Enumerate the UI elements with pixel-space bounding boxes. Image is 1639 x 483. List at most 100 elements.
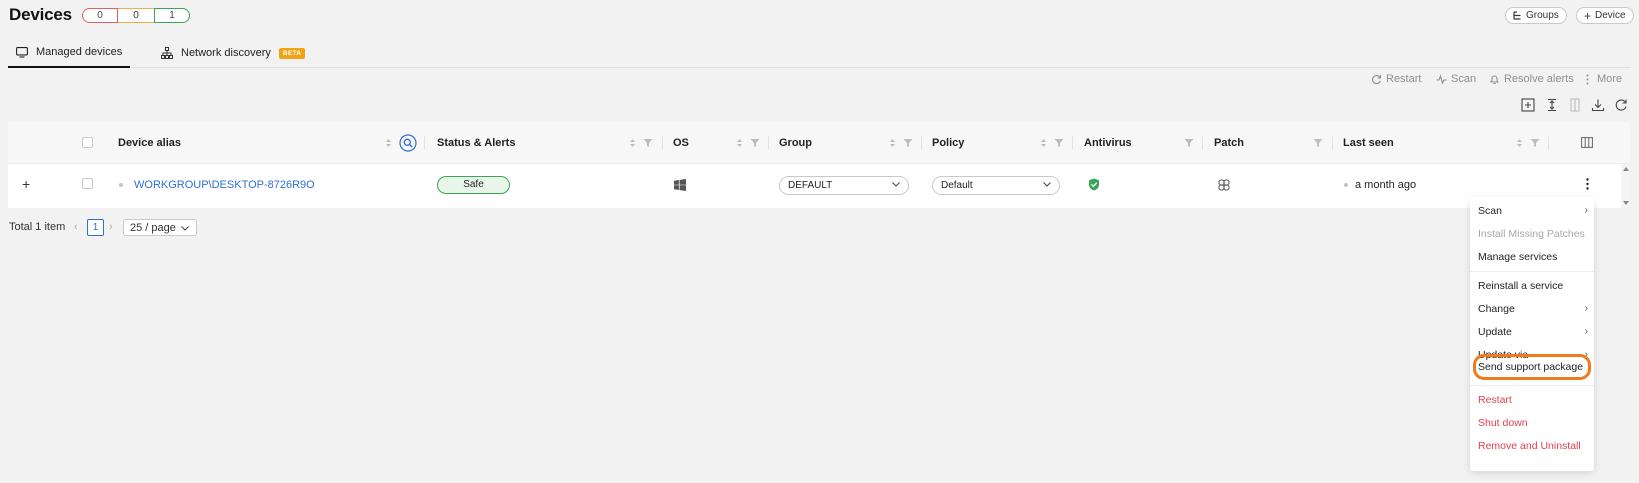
tab-managed-devices-label: Managed devices: [36, 46, 123, 58]
add-device-label: Device: [1595, 10, 1626, 21]
menu-item-restart[interactable]: Restart: [1478, 391, 1588, 409]
policy-select-value: Default: [941, 180, 973, 191]
scroll-down-arrow[interactable]: [1623, 201, 1629, 205]
filter-icon[interactable]: [643, 138, 653, 148]
more-label: More: [1597, 73, 1623, 85]
groups-icon: [1513, 11, 1522, 20]
bell-icon: [1489, 74, 1500, 85]
column-device-alias[interactable]: Device alias: [118, 122, 181, 164]
network-icon: [161, 47, 173, 59]
filter-icon[interactable]: [1184, 138, 1194, 148]
page-size-select[interactable]: 25 / page: [123, 219, 197, 236]
search-icon[interactable]: [399, 134, 417, 152]
menu-item-scan[interactable]: Scan ›: [1478, 202, 1588, 220]
menu-item-scan-label: Scan: [1478, 205, 1502, 217]
scroll-up-arrow[interactable]: [1623, 167, 1629, 171]
chevron-down-icon: [1043, 182, 1051, 187]
tab-bar: Managed devices Network discovery BETA: [8, 38, 1631, 68]
row-checkbox[interactable]: [82, 178, 93, 189]
select-all-checkbox[interactable]: [82, 137, 93, 148]
row-height-icon[interactable]: [1545, 98, 1559, 112]
menu-item-shut-down[interactable]: Shut down: [1478, 414, 1588, 432]
status-badge: Safe: [437, 176, 510, 194]
total-count: Total 1 item: [9, 221, 66, 233]
sort-icon[interactable]: [385, 138, 392, 148]
restart-icon: [1371, 74, 1382, 85]
filter-icon[interactable]: [1054, 138, 1064, 148]
column-last-seen[interactable]: Last seen: [1343, 122, 1394, 164]
menu-item-send-support-package[interactable]: Send support package: [1478, 358, 1588, 376]
vertical-scrollbar[interactable]: [1621, 164, 1630, 208]
sort-icon[interactable]: [629, 138, 636, 148]
scan-label: Scan: [1451, 73, 1477, 85]
beta-badge: BETA: [278, 47, 306, 59]
column-group[interactable]: Group: [779, 122, 812, 164]
column-status-alerts[interactable]: Status & Alerts: [437, 122, 515, 164]
page-1-button[interactable]: 1: [87, 219, 104, 236]
filter-icon[interactable]: [903, 138, 913, 148]
shield-check-icon: [1088, 178, 1100, 191]
filter-icon[interactable]: [1530, 138, 1540, 148]
columns-icon: [1568, 98, 1582, 112]
table-header: Device alias Status & Alerts OS Group Po…: [8, 122, 1630, 164]
groups-label: Groups: [1526, 10, 1559, 21]
chevron-down-icon: [181, 226, 189, 231]
menu-item-remove-uninstall[interactable]: Remove and Uninstall: [1478, 437, 1588, 455]
page-title: Devices: [9, 5, 72, 24]
devices-table: Device alias Status & Alerts OS Group Po…: [8, 122, 1630, 208]
row-context-menu: Scan › Install Missing Patches Manage se…: [1470, 197, 1594, 471]
warning-count[interactable]: 0: [118, 8, 154, 23]
device-counters: 0 0 1: [82, 8, 190, 23]
policy-select[interactable]: Default: [932, 176, 1060, 195]
sort-icon[interactable]: [1040, 138, 1047, 148]
groups-button[interactable]: Groups: [1505, 7, 1567, 24]
menu-item-reinstall-service[interactable]: Reinstall a service: [1478, 277, 1588, 295]
menu-divider: [1470, 385, 1594, 386]
prev-page-icon[interactable]: ‹: [74, 219, 78, 236]
last-seen-value: a month ago: [1355, 179, 1417, 191]
online-dot: [1344, 183, 1348, 187]
refresh-icon[interactable]: [1614, 98, 1628, 112]
page-size-value: 25 / page: [130, 221, 176, 234]
restart-action[interactable]: Restart: [1371, 71, 1421, 87]
pulse-icon: [1436, 73, 1447, 85]
filter-icon[interactable]: [750, 138, 760, 148]
filter-icon[interactable]: [1313, 138, 1323, 148]
monitor-icon: [16, 46, 28, 58]
expand-row-button[interactable]: +: [22, 176, 30, 192]
column-policy[interactable]: Policy: [932, 122, 964, 164]
add-device-button[interactable]: + Device: [1576, 7, 1634, 24]
table-row[interactable]: + WORKGROUP\DESKTOP-8726R9O Safe DEFAULT…: [8, 164, 1630, 208]
next-page-icon[interactable]: ›: [109, 219, 113, 236]
menu-divider: [1470, 271, 1594, 272]
plus-icon: +: [1584, 8, 1592, 23]
column-os[interactable]: OS: [673, 122, 689, 164]
menu-item-manage-services[interactable]: Manage services: [1478, 248, 1588, 266]
column-antivirus[interactable]: Antivirus: [1084, 122, 1132, 164]
group-select-value: DEFAULT: [788, 180, 833, 191]
download-icon[interactable]: [1591, 98, 1605, 112]
sort-icon[interactable]: [889, 138, 896, 148]
critical-count[interactable]: 0: [82, 8, 118, 23]
scan-action[interactable]: Scan: [1436, 71, 1476, 87]
column-settings-icon[interactable]: [1581, 137, 1593, 148]
resolve-alerts-action[interactable]: Resolve alerts: [1489, 71, 1574, 87]
menu-item-change[interactable]: Change ›: [1478, 300, 1588, 318]
menu-item-update-label: Update: [1478, 326, 1512, 338]
row-actions-icon[interactable]: [1586, 178, 1589, 190]
tab-managed-devices[interactable]: Managed devices: [8, 38, 130, 68]
restart-label: Restart: [1386, 73, 1422, 85]
safe-count[interactable]: 1: [154, 8, 190, 23]
resolve-alerts-label: Resolve alerts: [1504, 73, 1574, 85]
more-action[interactable]: More: [1586, 71, 1622, 87]
sort-icon[interactable]: [1516, 138, 1523, 148]
tab-network-discovery[interactable]: Network discovery BETA: [161, 38, 306, 68]
column-patch[interactable]: Patch: [1214, 122, 1244, 164]
expand-all-icon[interactable]: [1521, 98, 1535, 112]
sort-icon[interactable]: [736, 138, 743, 148]
chevron-down-icon: [892, 182, 900, 187]
device-alias-link[interactable]: WORKGROUP\DESKTOP-8726R9O: [134, 179, 315, 191]
group-select[interactable]: DEFAULT: [779, 176, 909, 195]
menu-item-update[interactable]: Update ›: [1478, 323, 1588, 341]
status-dot: [119, 183, 123, 187]
